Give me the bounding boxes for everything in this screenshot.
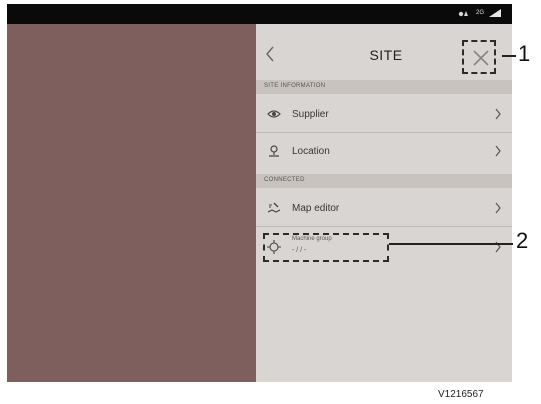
- site-panel: SITE SITE INFORMATION Supplier Location …: [256, 24, 512, 382]
- close-icon: [473, 50, 489, 66]
- figure-id: V1216567: [438, 389, 484, 400]
- location-item[interactable]: Location: [256, 133, 512, 169]
- status-bar: 2G: [7, 4, 512, 24]
- callout-number-1: 1: [518, 41, 531, 66]
- device-screen: 2G SITE SITE INFORMATION Supplier Locati…: [7, 4, 512, 382]
- supplier-item[interactable]: Supplier: [256, 96, 512, 132]
- callout-line-1: [502, 55, 516, 57]
- cellular-icon: [489, 9, 501, 17]
- background-pane: [7, 24, 256, 382]
- eye-icon: [267, 110, 281, 118]
- pin-icon: [269, 145, 279, 157]
- section-connected: CONNECTED: [256, 174, 512, 188]
- page-title: SITE: [369, 47, 403, 63]
- map-editor-label: Map editor: [292, 203, 340, 214]
- network-type: 2G: [475, 10, 484, 16]
- signal-icon: [458, 11, 468, 17]
- map-edit-icon: [267, 202, 281, 213]
- callout-line-2: [389, 243, 513, 245]
- crosshair-icon: [267, 240, 281, 254]
- chevron-right-icon: [495, 145, 501, 157]
- location-label: Location: [292, 146, 330, 157]
- machine-group-label: Machine group: [292, 236, 332, 242]
- section-site-information: SITE INFORMATION: [256, 80, 512, 94]
- chevron-right-icon: [495, 202, 501, 214]
- chevron-right-icon: [495, 108, 501, 120]
- section-label: SITE INFORMATION: [264, 83, 326, 89]
- back-button[interactable]: [262, 44, 278, 64]
- machine-group-value: - / / -: [292, 247, 307, 254]
- map-editor-item[interactable]: Map editor: [256, 190, 512, 226]
- section-label: CONNECTED: [264, 177, 305, 183]
- supplier-label: Supplier: [292, 109, 329, 120]
- status-icons: 2G: [458, 8, 502, 18]
- close-button[interactable]: [462, 40, 496, 74]
- machine-group-item[interactable]: Machine group - / / -: [256, 227, 512, 267]
- callout-number-2: 2: [516, 228, 529, 253]
- panel-header: SITE: [256, 24, 512, 80]
